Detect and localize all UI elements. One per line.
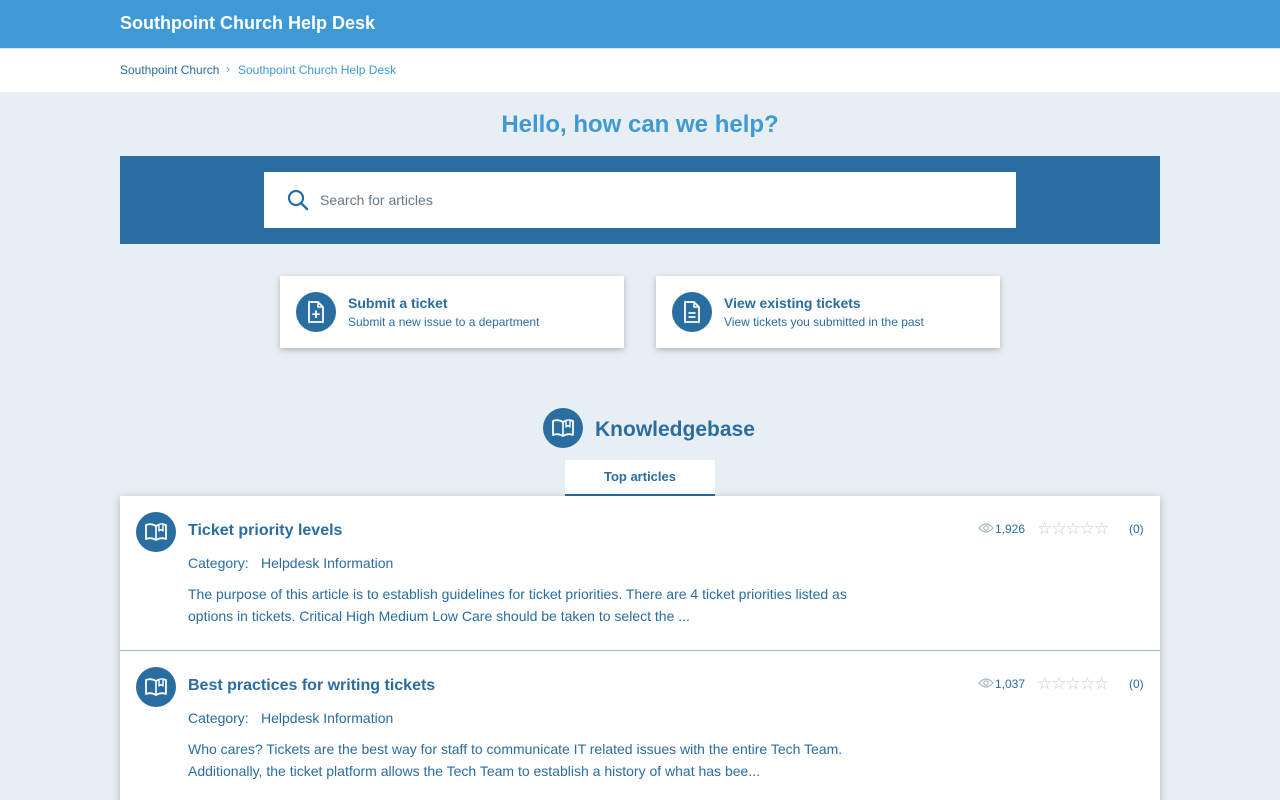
star-rating[interactable]: ☆☆☆☆☆ bbox=[1037, 675, 1109, 693]
file-text-icon bbox=[672, 292, 712, 332]
rating-count: (0) bbox=[1129, 677, 1144, 691]
open-book-icon bbox=[136, 512, 176, 552]
rating-count: (0) bbox=[1129, 522, 1144, 536]
submit-ticket-subtitle: Submit a new issue to a department bbox=[348, 315, 540, 329]
article-view-count: 1,926 bbox=[995, 522, 1026, 536]
view-tickets-subtitle: View tickets you submitted in the past bbox=[724, 315, 924, 329]
open-book-icon bbox=[136, 667, 176, 707]
breadcrumb: Southpoint Church › Southpoint Church He… bbox=[0, 48, 1280, 92]
tab-top-articles[interactable]: Top articles bbox=[565, 460, 715, 496]
view-tickets-title: View existing tickets bbox=[724, 295, 861, 311]
view-tickets-card[interactable]: View existing tickets View tickets you s… bbox=[656, 276, 1000, 348]
article-excerpt: Who cares? Tickets are the best way for … bbox=[188, 741, 843, 779]
submit-ticket-card[interactable]: Submit a ticket Submit a new issue to a … bbox=[280, 276, 624, 348]
article-category-label: Category: bbox=[188, 555, 249, 571]
breadcrumb-item-home[interactable]: Southpoint Church bbox=[120, 63, 219, 77]
open-book-icon bbox=[543, 408, 583, 448]
article-list: Ticket priority levels Category: Helpdes… bbox=[120, 496, 1160, 800]
search-box[interactable] bbox=[264, 172, 1016, 228]
search-input[interactable] bbox=[320, 172, 1000, 228]
eye-icon bbox=[978, 523, 994, 533]
list-item: Ticket priority levels Category: Helpdes… bbox=[120, 496, 1160, 651]
file-plus-icon bbox=[296, 292, 336, 332]
header-bar: Southpoint Church Help Desk bbox=[0, 0, 1280, 48]
article-category: Helpdesk Information bbox=[261, 710, 394, 726]
site-title[interactable]: Southpoint Church Help Desk bbox=[120, 13, 375, 34]
page-title: Hello, how can we help? bbox=[501, 111, 779, 138]
eye-icon bbox=[978, 678, 994, 688]
article-title[interactable]: Best practices for writing tickets bbox=[188, 677, 435, 695]
list-item: Best practices for writing tickets Categ… bbox=[120, 650, 1160, 800]
knowledgebase-title: Knowledgebase bbox=[595, 418, 755, 441]
article-title[interactable]: Ticket priority levels bbox=[188, 522, 342, 540]
breadcrumb-item-current[interactable]: Southpoint Church Help Desk bbox=[238, 63, 396, 77]
article-excerpt: The purpose of this article is to establ… bbox=[188, 586, 847, 624]
article-category-label: Category: bbox=[188, 710, 249, 726]
submit-ticket-title: Submit a ticket bbox=[348, 295, 448, 311]
breadcrumb-separator-icon: › bbox=[226, 62, 230, 76]
search-icon[interactable] bbox=[286, 188, 310, 212]
star-rating[interactable]: ☆☆☆☆☆ bbox=[1037, 520, 1109, 538]
search-band bbox=[120, 156, 1160, 244]
article-category: Helpdesk Information bbox=[261, 555, 394, 571]
article-view-count: 1,037 bbox=[995, 677, 1026, 691]
